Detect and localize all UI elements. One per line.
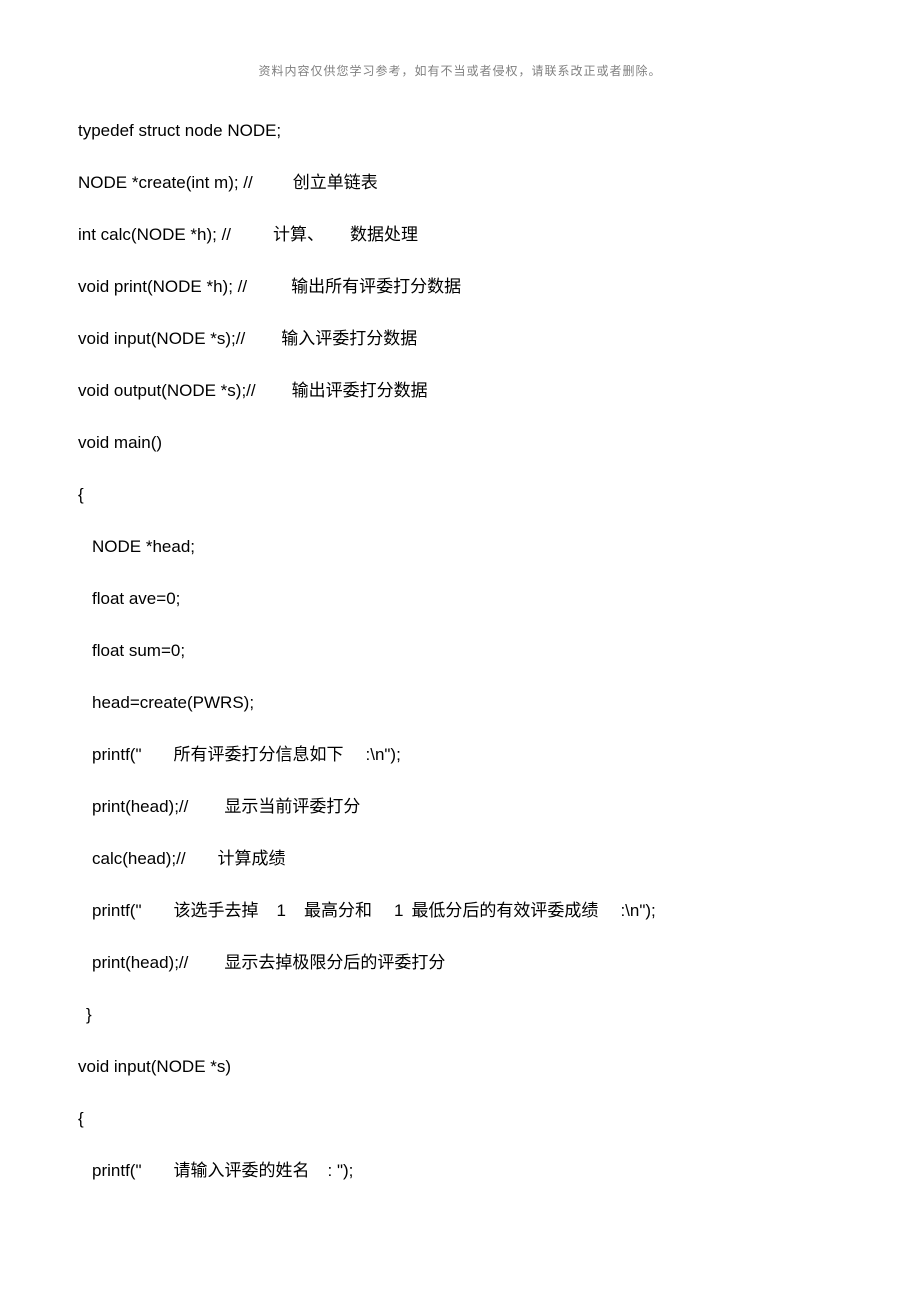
comment-text: 输出所有评委打分数据 bbox=[291, 277, 461, 296]
code-text: printf(" bbox=[92, 745, 142, 764]
code-text: NODE *head; bbox=[92, 537, 195, 556]
code-text: int calc(NODE *h); // bbox=[78, 225, 231, 244]
code-text: :\n"); bbox=[620, 901, 655, 920]
code-line: void main() bbox=[78, 434, 858, 451]
code-text: void main() bbox=[78, 433, 162, 452]
code-line: void input(NODE *s) bbox=[78, 1058, 858, 1075]
code-line: printf(" 所有评委打分信息如下 :\n"); bbox=[78, 746, 858, 763]
code-text: : "); bbox=[328, 1161, 354, 1180]
comment-text: 计算成绩 bbox=[218, 849, 286, 868]
code-line: float sum=0; bbox=[78, 642, 858, 659]
code-line: head=create(PWRS); bbox=[78, 694, 858, 711]
comment-text: 显示去掉极限分后的评委打分 bbox=[224, 953, 445, 972]
code-line: { bbox=[78, 486, 858, 503]
code-text: :\n"); bbox=[366, 745, 401, 764]
code-line: { bbox=[78, 1110, 858, 1127]
string-text: 最高分和 bbox=[304, 901, 372, 920]
code-text: { bbox=[78, 485, 84, 504]
code-line: void output(NODE *s);// 输出评委打分数据 bbox=[78, 382, 858, 399]
code-line: float ave=0; bbox=[78, 590, 858, 607]
code-line: typedef struct node NODE; bbox=[78, 122, 858, 139]
code-line: calc(head);// 计算成绩 bbox=[78, 850, 858, 867]
string-text: 请输入评委的姓名 bbox=[174, 1161, 310, 1180]
string-text: 最低分后的有效评委成绩 bbox=[411, 901, 598, 920]
code-text: head=create(PWRS); bbox=[92, 693, 254, 712]
string-text: 该选手去掉 bbox=[174, 901, 259, 920]
code-line: int calc(NODE *h); // 计算、 数据处理 bbox=[78, 226, 858, 243]
code-line: void input(NODE *s);// 输入评委打分数据 bbox=[78, 330, 858, 347]
comment-text: 输出评委打分数据 bbox=[292, 381, 428, 400]
code-line: } bbox=[78, 1006, 858, 1023]
code-text: void output(NODE *s);// bbox=[78, 381, 256, 400]
code-line: print(head);// 显示当前评委打分 bbox=[78, 798, 858, 815]
code-text: { bbox=[78, 1109, 84, 1128]
code-text: printf(" bbox=[92, 1161, 142, 1180]
code-text: 1 bbox=[394, 901, 403, 920]
code-text: 1 bbox=[277, 901, 286, 920]
code-text: void print(NODE *h); // bbox=[78, 277, 247, 296]
code-text: float ave=0; bbox=[92, 589, 180, 608]
code-text: void input(NODE *s);// bbox=[78, 329, 245, 348]
comment-text: 计算、 bbox=[273, 225, 324, 244]
code-block: typedef struct node NODE; NODE *create(i… bbox=[78, 122, 858, 1214]
code-line: void print(NODE *h); // 输出所有评委打分数据 bbox=[78, 278, 858, 295]
code-text: print(head);// bbox=[92, 953, 188, 972]
code-text: printf(" bbox=[92, 901, 142, 920]
code-line: NODE *create(int m); // 创立单链表 bbox=[78, 174, 858, 191]
code-text: NODE *create(int m); // bbox=[78, 173, 253, 192]
string-text: 所有评委打分信息如下 bbox=[174, 745, 344, 764]
code-line: printf(" 该选手去掉 1 最高分和 1 最低分后的有效评委成绩 :\n"); bbox=[78, 902, 858, 919]
code-text: typedef struct node NODE; bbox=[78, 121, 281, 140]
comment-text: 数据处理 bbox=[350, 225, 418, 244]
comment-text: 显示当前评委打分 bbox=[224, 797, 360, 816]
header-disclaimer: 资料内容仅供您学习参考，如有不当或者侵权，请联系改正或者删除。 bbox=[0, 62, 920, 79]
code-line: NODE *head; bbox=[78, 538, 858, 555]
code-text: void input(NODE *s) bbox=[78, 1057, 231, 1076]
comment-text: 输入评委打分数据 bbox=[281, 329, 417, 348]
comment-text: 创立单链表 bbox=[293, 173, 378, 192]
code-text: print(head);// bbox=[92, 797, 188, 816]
code-line: print(head);// 显示去掉极限分后的评委打分 bbox=[78, 954, 858, 971]
code-text: float sum=0; bbox=[92, 641, 185, 660]
code-text: calc(head);// bbox=[92, 849, 186, 868]
code-line: printf(" 请输入评委的姓名 : "); bbox=[78, 1162, 858, 1179]
code-text: } bbox=[86, 1005, 92, 1024]
